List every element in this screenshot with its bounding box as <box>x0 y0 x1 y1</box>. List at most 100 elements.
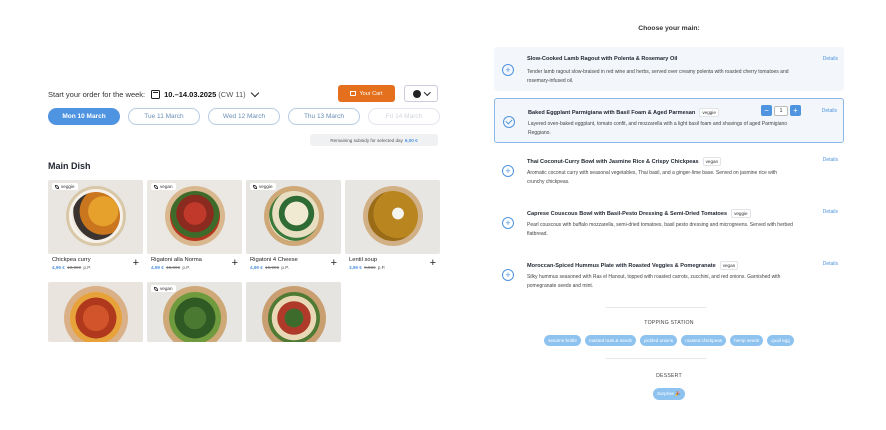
quantity-stepper[interactable]: − 1 + <box>761 105 801 116</box>
main-option[interactable]: + Thai Coconut-Curry Bowl with Jasmine R… <box>494 150 844 194</box>
topping-chip[interactable]: hemp seeds <box>730 335 764 346</box>
day-tab-tue[interactable]: Tue 11 March <box>128 108 200 125</box>
week-value: 10.–14.03.2025 <box>164 89 217 99</box>
user-menu-button[interactable] <box>404 85 438 102</box>
divider <box>606 358 706 359</box>
dish-card[interactable] <box>48 282 143 342</box>
day-tabs: Mon 10 March Tue 11 March Wed 12 March T… <box>48 108 440 125</box>
main-option[interactable]: + Slow-Cooked Lamb Ragout with Polenta &… <box>494 47 844 91</box>
dish-price: 4,99 € 10,99€ p.P. <box>250 265 289 270</box>
diet-tag: veggie <box>731 209 751 218</box>
details-link[interactable]: Details <box>823 56 838 62</box>
diet-tag: vegan <box>151 285 176 292</box>
cart-button[interactable]: Your Cart <box>338 85 395 102</box>
add-circle-icon[interactable]: + <box>502 64 514 76</box>
topping-chip[interactable]: roasted nuts & seeds <box>584 335 636 346</box>
dessert-title: DESSERT <box>656 373 682 379</box>
dish-card[interactable]: veggie Chickpea curry 4,99 € 10,99€ p.P.… <box>48 180 143 276</box>
dish-card[interactable] <box>246 282 341 342</box>
details-link[interactable]: Details <box>822 108 837 114</box>
dish-card[interactable]: veggie Rigatoni 4 Cheese 4,99 € 10,99€ p… <box>246 180 341 276</box>
main-option-selected[interactable]: Baked Eggplant Parmigiana with Basil Foa… <box>494 98 844 143</box>
option-desc: Aromatic coconut curry with seasonal veg… <box>527 170 778 185</box>
option-title: Moroccan-Spiced Hummus Plate with Roaste… <box>527 261 739 270</box>
diet-tag: vegan <box>151 183 176 190</box>
diet-tag: vegan <box>719 261 739 270</box>
increment-button[interactable]: + <box>790 105 801 116</box>
details-link[interactable]: Details <box>823 209 838 215</box>
details-link[interactable]: Details <box>823 157 838 163</box>
day-tab-wed[interactable]: Wed 12 March <box>208 108 280 125</box>
dish-card[interactable]: vegan <box>147 282 242 342</box>
calendar-icon <box>151 89 161 99</box>
day-tab-thu[interactable]: Thu 13 March <box>288 108 360 125</box>
dish-image: vegan <box>147 282 242 342</box>
leaf-icon <box>55 184 59 189</box>
topping-station-title: TOPPING STATION <box>644 320 694 326</box>
week-cw: (CW 11) <box>218 89 246 99</box>
option-title: Thai Coconut-Curry Bowl with Jasmine Ric… <box>527 157 722 166</box>
cart-icon <box>350 91 357 96</box>
topping-chip[interactable]: pickled onions <box>639 335 678 346</box>
option-title: Baked Eggplant Parmigiana with Basil Foa… <box>528 108 719 117</box>
dish-name: Rigatoni 4 Cheese <box>250 257 298 263</box>
add-dish-button[interactable]: + <box>430 258 436 269</box>
add-dish-button[interactable]: + <box>133 258 139 269</box>
topping-chips: sesame brittle roasted nuts & seeds pick… <box>494 335 844 346</box>
add-circle-icon[interactable]: + <box>502 217 514 229</box>
details-link[interactable]: Details <box>823 261 838 267</box>
dish-image: vegan <box>147 180 242 254</box>
option-title: Slow-Cooked Lamb Ragout with Polenta & R… <box>527 56 678 62</box>
dish-image <box>48 282 143 342</box>
add-circle-icon[interactable]: + <box>502 269 514 281</box>
dish-name: Rigatoni alla Norma <box>151 257 202 263</box>
diet-tag: veggie <box>52 183 78 190</box>
option-desc: Layered oven-baked eggplant, tomato conf… <box>528 121 788 136</box>
leaf-icon <box>154 184 158 189</box>
diet-tag: veggie <box>250 183 276 190</box>
choose-title: Choose your main: <box>638 25 700 32</box>
subsidy-amount: 6,00 € <box>404 137 418 143</box>
chevron-down-icon[interactable] <box>250 88 259 97</box>
topping-chip[interactable]: quail egg <box>767 335 794 346</box>
dish-image <box>345 180 440 254</box>
cart-label: Your Cart <box>359 90 383 97</box>
decrement-button[interactable]: − <box>761 105 772 116</box>
main-option[interactable]: + Moroccan-Spiced Hummus Plate with Roas… <box>494 254 844 298</box>
dessert-chips: Surprise 🎉 <box>494 388 844 400</box>
check-circle-icon[interactable] <box>503 116 515 128</box>
chevron-down-icon <box>423 88 431 96</box>
dish-card[interactable]: Lentil soup 3,99 € 9,99€ p.P. + <box>345 180 440 276</box>
dessert-chip[interactable]: Surprise 🎉 <box>652 388 686 400</box>
dish-price: 3,99 € 9,99€ p.P. <box>349 265 386 270</box>
dish-name: Lentil soup <box>349 257 378 263</box>
dish-image: veggie <box>48 180 143 254</box>
user-icon <box>412 89 421 98</box>
add-dish-button[interactable]: + <box>232 258 238 269</box>
quantity-value[interactable]: 1 <box>774 105 788 116</box>
dish-price: 4,99 € 10,99€ p.P. <box>52 265 91 270</box>
leaf-icon <box>253 184 257 189</box>
topping-chip[interactable]: roasted chickpeas <box>681 335 727 346</box>
day-tab-fri: Fri 14 March <box>368 108 440 125</box>
dish-card[interactable]: vegan Rigatoni alla Norma 4,99 € 10,99€ … <box>147 180 242 276</box>
diet-tag: veggie <box>699 108 719 117</box>
topping-chip[interactable]: sesame brittle <box>544 335 581 346</box>
add-dish-button[interactable]: + <box>331 258 337 269</box>
divider <box>606 307 706 308</box>
week-label: Start your order for the week: <box>48 89 146 99</box>
option-title: Caprese Couscous Bowl with Basil-Pesto D… <box>527 209 751 218</box>
dish-price: 4,99 € 10,99€ p.P. <box>151 265 190 270</box>
option-desc: Silky hummus seasoned with Ras el Hanout… <box>527 274 781 289</box>
main-option[interactable]: + Caprese Couscous Bowl with Basil-Pesto… <box>494 202 844 246</box>
day-tab-mon[interactable]: Mon 10 March <box>48 108 120 125</box>
leaf-icon <box>154 286 158 291</box>
dish-image: veggie <box>246 180 341 254</box>
dish-image <box>246 282 341 342</box>
subsidy-note: Remaining subsidy for selected day 6,00 … <box>310 134 438 146</box>
option-desc: Pearl couscous with buffalo mozzarella, … <box>527 222 793 237</box>
add-circle-icon[interactable]: + <box>502 165 514 177</box>
subsidy-label: Remaining subsidy for selected day <box>330 137 403 143</box>
dish-name: Chickpea curry <box>52 257 91 263</box>
section-title-main-dish: Main Dish <box>48 161 91 171</box>
